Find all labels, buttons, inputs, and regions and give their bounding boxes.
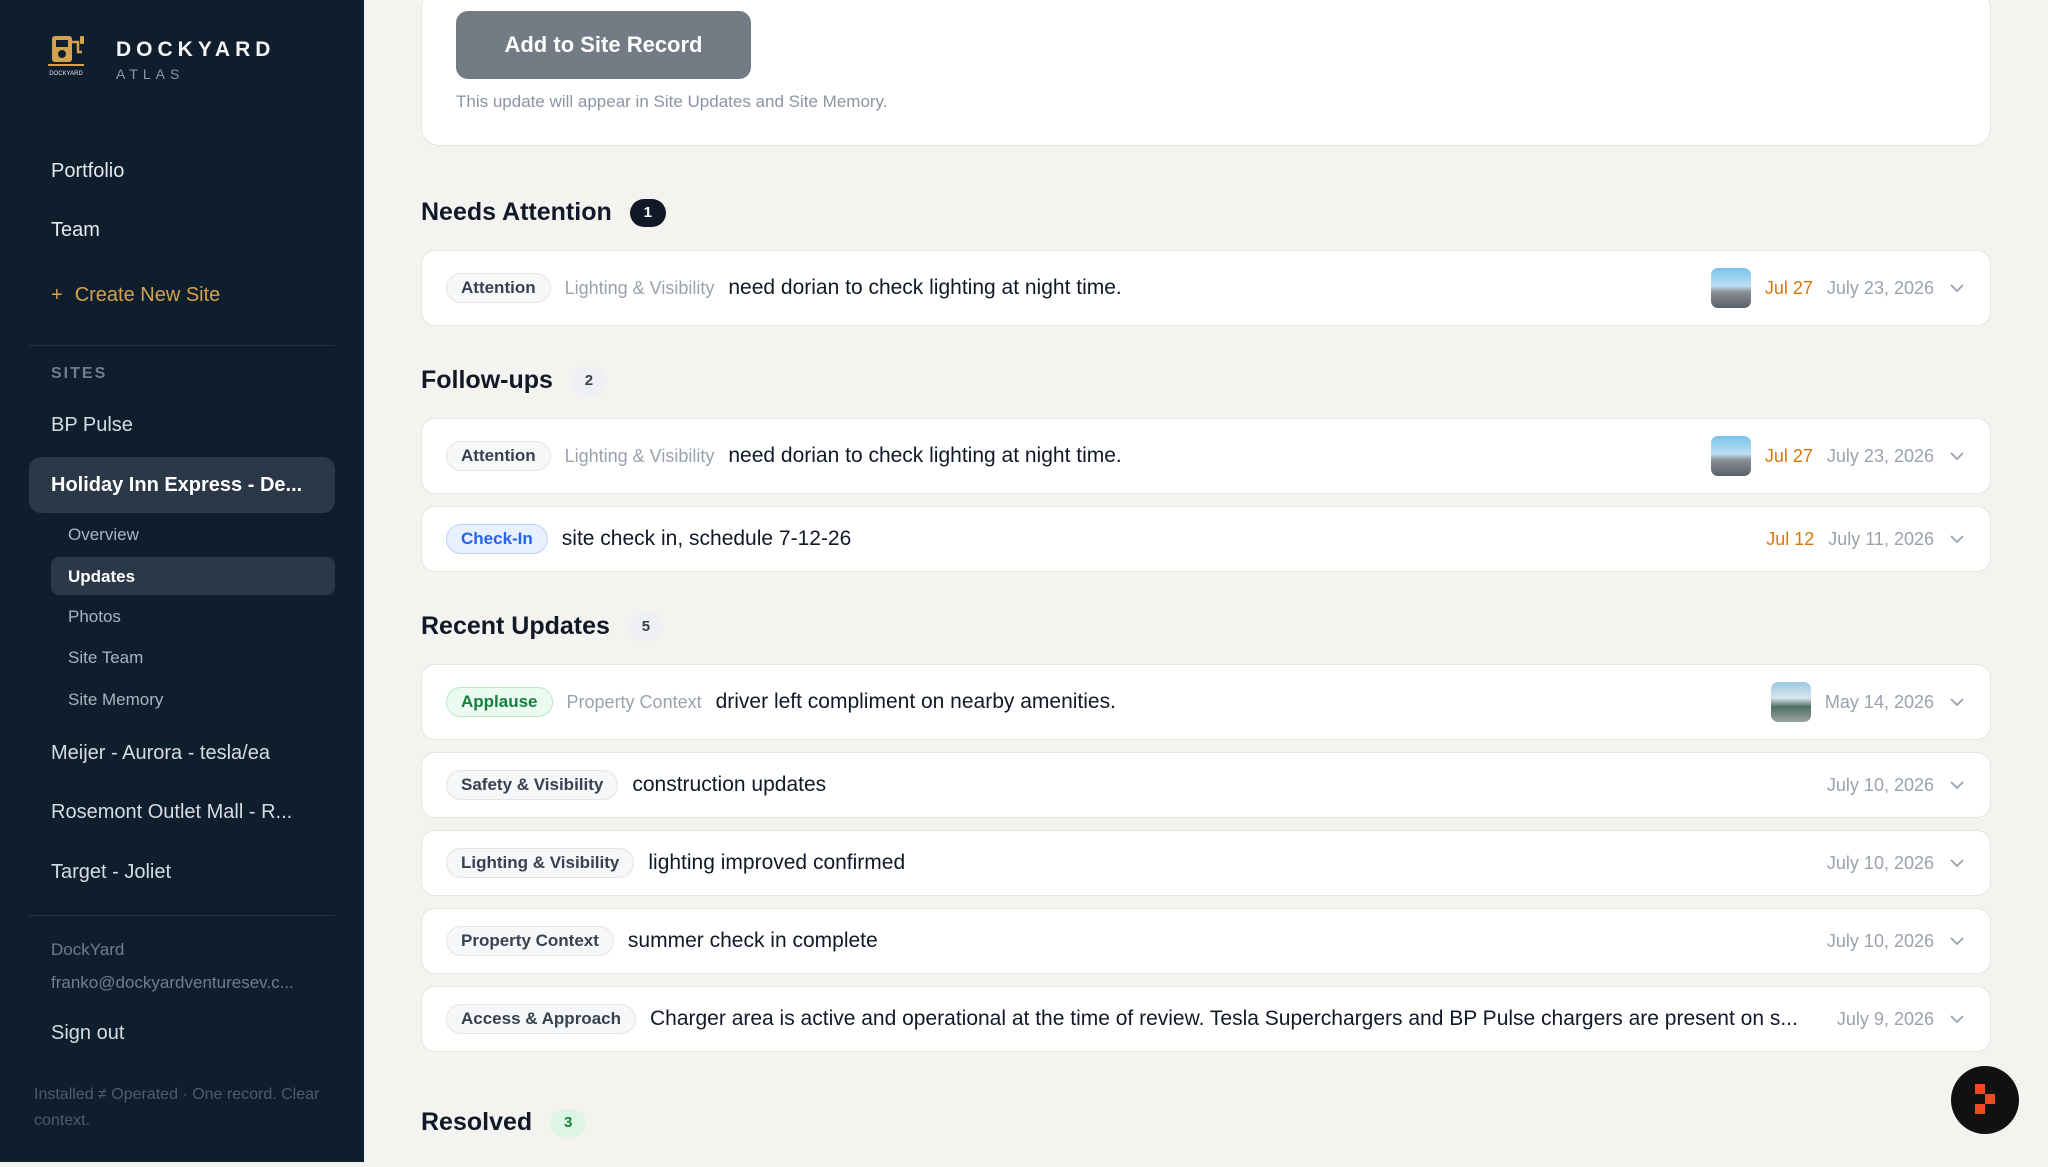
assistant-button[interactable] bbox=[1951, 1066, 2019, 1134]
tag-applause: Applause bbox=[446, 687, 553, 717]
photo-thumbnail[interactable] bbox=[1710, 268, 1751, 308]
chevron-down-icon[interactable] bbox=[1948, 776, 1966, 794]
chevron-down-icon[interactable] bbox=[1948, 447, 1966, 465]
tag-attention: Attention bbox=[446, 441, 551, 471]
brand-name: DOCKYARD bbox=[116, 38, 276, 61]
tag-lighting-visibility: Lighting & Visibility bbox=[446, 848, 635, 878]
sites-heading: SITES bbox=[51, 365, 108, 382]
user-email: franko@dockyardventuresev.c... bbox=[51, 973, 294, 992]
add-to-site-record-button[interactable]: Add to Site Record bbox=[456, 11, 751, 79]
sign-out-link[interactable]: Sign out bbox=[51, 1022, 124, 1045]
count-badge: 1 bbox=[629, 199, 666, 227]
logo-wordmark: DOCKYARD bbox=[49, 71, 83, 77]
update-row[interactable]: Attention Lighting & Visibility need dor… bbox=[421, 418, 1991, 494]
update-row[interactable]: Property Context summer check in complet… bbox=[421, 908, 1991, 974]
site-item-target-joliet[interactable]: Target - Joliet bbox=[51, 861, 171, 884]
update-date: July 23, 2026 bbox=[1826, 445, 1934, 466]
chevron-down-icon[interactable] bbox=[1948, 932, 1966, 950]
org-name: DockYard bbox=[51, 940, 125, 959]
subnav-updates-label: Updates bbox=[68, 567, 136, 586]
due-date: Jul 27 bbox=[1764, 445, 1813, 466]
update-text: Charger area is active and operational a… bbox=[649, 1007, 1798, 1030]
category-label: Lighting & Visibility bbox=[564, 277, 715, 298]
update-date: July 23, 2026 bbox=[1826, 277, 1934, 298]
photo-thumbnail[interactable] bbox=[1710, 436, 1751, 476]
photo-thumbnail[interactable] bbox=[1770, 682, 1811, 722]
tag-check-in: Check-In bbox=[446, 524, 548, 554]
section-title: Resolved bbox=[421, 1108, 533, 1136]
brand-subtitle: ATLAS bbox=[116, 66, 185, 82]
update-row[interactable]: Applause Property Context driver left co… bbox=[421, 664, 1991, 740]
plus-icon: + bbox=[51, 284, 63, 306]
section-title: Needs Attention bbox=[421, 198, 612, 226]
update-date: July 10, 2026 bbox=[1826, 852, 1934, 873]
site-item-label: Holiday Inn Express - De... bbox=[51, 474, 303, 496]
section-follow-ups: Follow-ups 2 bbox=[421, 366, 607, 395]
subnav-photos[interactable]: Photos bbox=[68, 607, 121, 627]
tag-safety-visibility: Safety & Visibility bbox=[446, 770, 619, 800]
update-row[interactable]: Access & Approach Charger area is active… bbox=[421, 986, 1991, 1052]
section-recent-updates: Recent Updates 5 bbox=[421, 612, 664, 641]
subnav-updates[interactable]: Updates bbox=[51, 557, 335, 595]
due-date: Jul 12 bbox=[1766, 528, 1815, 549]
subnav-site-memory[interactable]: Site Memory bbox=[68, 690, 163, 710]
update-date: May 14, 2026 bbox=[1824, 691, 1934, 712]
site-item-meijer-aurora[interactable]: Meijer - Aurora - tesla/ea bbox=[51, 742, 270, 765]
update-date: July 10, 2026 bbox=[1826, 774, 1934, 795]
tag-property-context: Property Context bbox=[446, 926, 614, 956]
chevron-down-icon[interactable] bbox=[1948, 693, 1966, 711]
section-title: Recent Updates bbox=[421, 612, 610, 640]
nav-team[interactable]: Team bbox=[51, 219, 100, 242]
site-item-holiday-inn-express[interactable]: Holiday Inn Express - De... bbox=[29, 457, 335, 513]
update-row[interactable]: Attention Lighting & Visibility need dor… bbox=[421, 250, 1991, 326]
update-text: construction updates bbox=[632, 773, 827, 796]
create-new-site-label: Create New Site bbox=[74, 284, 221, 306]
update-text: need dorian to check lighting at night t… bbox=[728, 276, 1122, 299]
count-badge: 5 bbox=[627, 613, 664, 641]
nav-portfolio[interactable]: Portfolio bbox=[51, 160, 124, 183]
chevron-down-icon[interactable] bbox=[1948, 1010, 1966, 1028]
composer-note: This update will appear in Site Updates … bbox=[456, 92, 888, 111]
update-row[interactable]: Check-In site check in, schedule 7-12-26… bbox=[421, 506, 1991, 572]
section-needs-attention: Needs Attention 1 bbox=[421, 198, 666, 227]
update-date: July 9, 2026 bbox=[1836, 1008, 1934, 1029]
update-date: July 11, 2026 bbox=[1828, 528, 1934, 549]
update-text: site check in, schedule 7-12-26 bbox=[561, 527, 852, 550]
divider bbox=[29, 915, 335, 916]
chevron-down-icon[interactable] bbox=[1948, 530, 1966, 548]
update-date: July 10, 2026 bbox=[1826, 930, 1934, 951]
count-badge: 3 bbox=[550, 1109, 587, 1137]
site-item-rosemont-outlet[interactable]: Rosemont Outlet Mall - R... bbox=[51, 801, 292, 824]
chevron-down-icon[interactable] bbox=[1948, 279, 1966, 297]
update-text: driver left compliment on nearby ameniti… bbox=[715, 690, 1116, 713]
update-row[interactable]: Lighting & Visibility lighting improved … bbox=[421, 830, 1991, 896]
category-label: Property Context bbox=[566, 691, 702, 712]
chevron-down-icon[interactable] bbox=[1948, 854, 1966, 872]
dockyard-logo-icon[interactable]: DOCKYARD bbox=[44, 30, 88, 78]
tag-attention: Attention bbox=[446, 273, 551, 303]
update-text: summer check in complete bbox=[627, 929, 878, 952]
subnav-overview[interactable]: Overview bbox=[68, 525, 139, 545]
due-date: Jul 27 bbox=[1764, 277, 1813, 298]
section-resolved: Resolved 3 bbox=[421, 1108, 587, 1137]
update-row[interactable]: Safety & Visibility construction updates… bbox=[421, 752, 1991, 818]
sidebar: DOCKYARD DOCKYARD ATLAS Portfolio Team +… bbox=[0, 0, 364, 1162]
assistant-icon bbox=[1975, 1084, 1995, 1114]
site-item-bp-pulse[interactable]: BP Pulse bbox=[51, 414, 133, 437]
section-title: Follow-ups bbox=[421, 366, 553, 394]
count-badge: 2 bbox=[570, 367, 607, 395]
category-label: Lighting & Visibility bbox=[564, 445, 715, 466]
tag-access-approach: Access & Approach bbox=[446, 1004, 636, 1034]
update-text: need dorian to check lighting at night t… bbox=[728, 444, 1122, 467]
subnav-site-team[interactable]: Site Team bbox=[68, 648, 143, 668]
tagline: Installed ≠ Operated · One record. Clear… bbox=[34, 1086, 320, 1129]
create-new-site-link[interactable]: + Create New Site bbox=[51, 284, 220, 307]
divider bbox=[29, 345, 335, 346]
update-text: lighting improved confirmed bbox=[648, 851, 906, 874]
